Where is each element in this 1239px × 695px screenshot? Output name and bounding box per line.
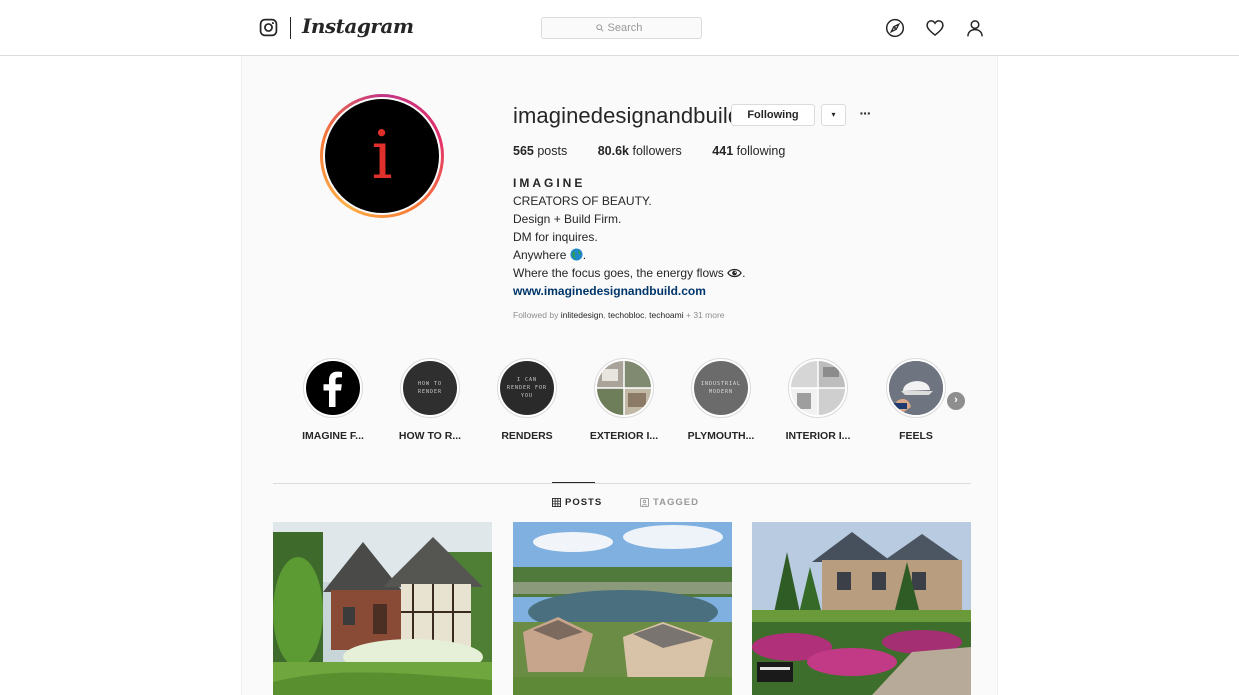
more-options-button[interactable]: ··· [854, 103, 876, 125]
avatar-letter: i [371, 117, 393, 194]
profile-full-name: IMAGINE [513, 176, 586, 190]
highlights-next-button[interactable]: › [947, 392, 965, 410]
tudor-house-photo [273, 522, 492, 695]
profile-icon[interactable] [965, 18, 985, 38]
top-nav: Instagram [0, 0, 1239, 56]
website-link[interactable]: www.imaginedesignandbuild.com [513, 284, 706, 298]
active-tab-indicator [552, 482, 595, 483]
followed-by: Followed by inlitedesign, techobloc, tec… [513, 310, 725, 320]
tabs-divider [273, 483, 971, 484]
post-thumbnail[interactable] [752, 522, 971, 695]
nav-divider [290, 17, 291, 39]
garden-estate-photo [752, 522, 971, 695]
search-icon [595, 24, 604, 32]
followed-by-user[interactable]: techobloc [608, 310, 644, 320]
chevron-right-icon: › [954, 394, 958, 406]
profile-bio: IMAGINE CREATORS OF BEAUTY. Design + Bui… [513, 174, 813, 300]
highlight-label: RENDERS [501, 430, 553, 442]
globe-emoji-icon [570, 248, 583, 261]
followers-stat[interactable]: 80.6k followers [598, 144, 682, 158]
highlight-label: FEELS [899, 430, 933, 442]
highlight-label: INTERIOR I... [785, 430, 851, 442]
avatar[interactable]: i [325, 99, 439, 213]
explore-compass-icon[interactable] [885, 18, 905, 38]
search-input[interactable] [607, 22, 648, 34]
tab-tagged[interactable]: TAGGED [640, 497, 699, 508]
tab-label: TAGGED [653, 497, 699, 508]
tag-person-icon [640, 498, 649, 507]
search-box[interactable] [541, 17, 702, 39]
instagram-wordmark[interactable]: Instagram [302, 14, 414, 38]
followed-by-user[interactable]: techoami [649, 310, 684, 320]
lake-estate-aerial-photo [513, 522, 732, 695]
followed-by-more[interactable]: + 31 more [686, 310, 725, 320]
highlight-cover-text: HOW TO RENDER [417, 381, 443, 395]
bio-line: Where the focus goes, the energy flows . [513, 266, 746, 280]
heart-icon[interactable] [925, 18, 945, 38]
highlight-label: HOW TO R... [398, 430, 462, 442]
cap-photo-image [889, 361, 943, 415]
posts-stat: 565 posts [513, 144, 568, 158]
tab-label: POSTS [565, 497, 603, 508]
eye-emoji-icon [727, 268, 742, 278]
highlight-label: PLYMOUTH... [687, 430, 755, 442]
bio-line: CREATORS OF BEAUTY. [513, 194, 652, 208]
profile-username: imaginedesignandbuild [513, 103, 741, 128]
post-thumbnail[interactable] [273, 522, 492, 695]
grid-icon [552, 498, 561, 507]
bio-line: DM for inquires. [513, 230, 598, 244]
instagram-glyph-icon[interactable] [259, 18, 278, 37]
facebook-icon [306, 361, 360, 415]
bio-line: Anywhere . [513, 248, 587, 262]
interior-collage-image [791, 361, 845, 415]
highlight-label: IMAGINE F... [302, 430, 364, 442]
chevron-down-icon: ▾ [831, 110, 836, 119]
profile-avatar-ring[interactable]: i [320, 94, 444, 218]
profile-stats: 565 posts 80.6k followers 441 following [513, 144, 812, 158]
more-dots-icon: ··· [859, 105, 872, 121]
following-button[interactable]: Following [731, 104, 815, 126]
highlight-label: EXTERIOR I... [589, 430, 659, 442]
post-thumbnail[interactable] [513, 522, 732, 695]
highlight-cover-text: INDUSTRIAL MODERN [700, 381, 742, 395]
following-stat[interactable]: 441 following [712, 144, 785, 158]
suggestions-dropdown-button[interactable]: ▾ [821, 104, 846, 126]
tab-posts[interactable]: POSTS [552, 497, 602, 508]
highlight-cover-text: I CAN RENDER FOR YOU [506, 377, 548, 399]
bio-line: Design + Build Firm. [513, 212, 622, 226]
followed-by-user[interactable]: inlitedesign [561, 310, 604, 320]
exterior-collage-image [597, 361, 651, 415]
